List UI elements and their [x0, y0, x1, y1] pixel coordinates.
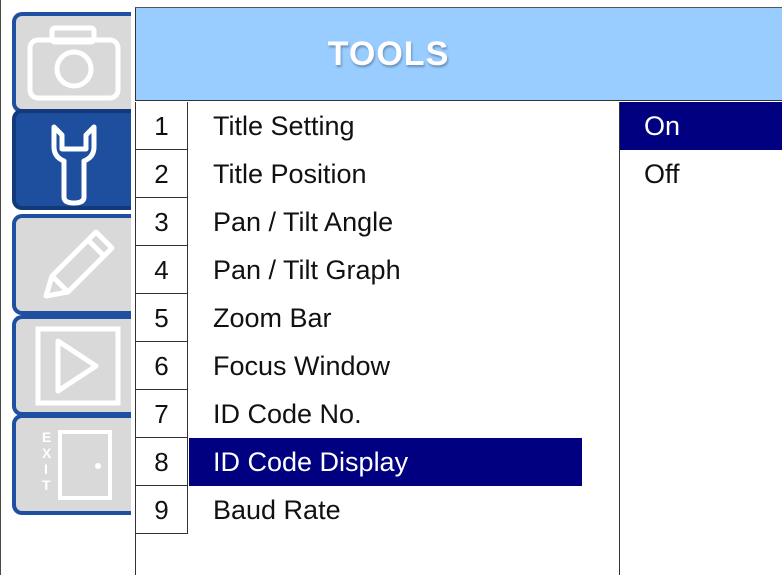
menu-item-label: Pan / Tilt Graph [213, 255, 401, 285]
menu-item[interactable]: 2 Title Position [136, 150, 620, 198]
menu-item-label: Zoom Bar [213, 303, 332, 333]
tab-edit[interactable] [12, 214, 131, 315]
option-on[interactable]: On [620, 102, 782, 150]
exit-icon: E X I T [42, 429, 112, 500]
menu-item[interactable]: 5 Zoom Bar [136, 294, 620, 342]
menu-item[interactable]: 9 Baud Rate [136, 486, 620, 534]
menu-item-label: Baud Rate [213, 495, 341, 525]
menu-item-number: 7 [136, 390, 188, 438]
sidebar: E X I T [0, 0, 135, 575]
menu-item-label: Title Position [213, 159, 367, 189]
header-bar: TOOLS [135, 8, 782, 101]
menu-item[interactable]: 3 Pan / Tilt Angle [136, 198, 620, 246]
menu-item-number: 2 [136, 150, 188, 198]
menu-item[interactable]: 1 Title Setting [136, 102, 620, 150]
svg-text:T: T [42, 477, 51, 493]
menu-item-number: 9 [136, 486, 188, 534]
menu-item[interactable]: 7 ID Code No. [136, 390, 620, 438]
tab-tools[interactable] [12, 109, 131, 210]
menu-item-number: 8 [136, 438, 188, 486]
svg-text:E: E [42, 429, 51, 445]
menu-item-number: 6 [136, 342, 188, 390]
menu-item-label: Pan / Tilt Angle [213, 207, 394, 237]
play-icon [35, 326, 121, 406]
options-list: On Off [619, 102, 782, 575]
menu-item-number: 5 [136, 294, 188, 342]
menu-item-label: ID Code Display [189, 438, 582, 486]
menu-item[interactable]: 6 Focus Window [136, 342, 620, 390]
pencil-icon [43, 229, 115, 299]
page-title: TOOLS [327, 35, 450, 73]
menu-item-label: Title Setting [213, 111, 355, 141]
option-off[interactable]: Off [620, 150, 782, 198]
svg-text:I: I [44, 461, 48, 477]
tab-exit[interactable]: E X I T [12, 414, 131, 515]
menu-item[interactable]: 8 ID Code Display [136, 438, 620, 486]
wrench-icon [51, 124, 97, 206]
menu-item-number: 1 [136, 102, 188, 150]
menu-item[interactable]: 4 Pan / Tilt Graph [136, 246, 620, 294]
menu-item-number: 3 [136, 198, 188, 246]
menu-item-label: Focus Window [213, 351, 391, 381]
tab-camera[interactable] [12, 12, 131, 113]
menu-list: 1 Title Setting 2 Title Position 3 Pan / Tilt… [135, 102, 619, 575]
menu-item-label: ID Code No. [213, 399, 362, 429]
menu-item-number: 4 [136, 246, 188, 294]
tab-play[interactable] [12, 315, 131, 416]
camera-icon [27, 25, 121, 101]
svg-text:X: X [42, 445, 52, 461]
